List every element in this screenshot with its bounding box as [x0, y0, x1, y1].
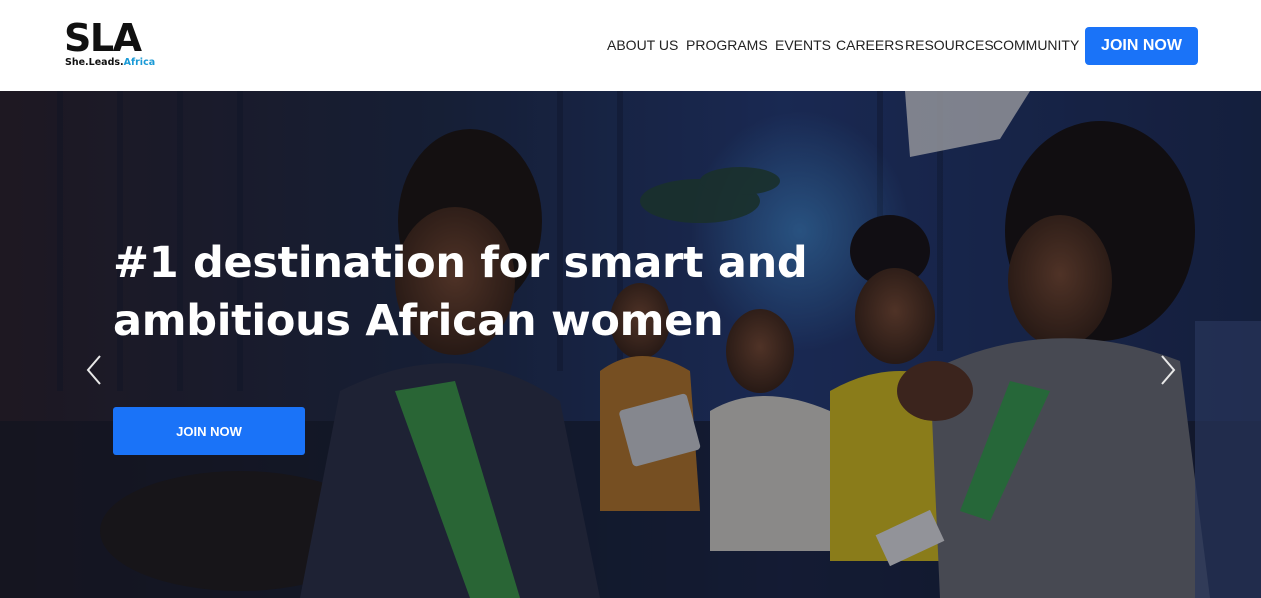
nav-item-programs[interactable]: PROGRAMS [686, 36, 768, 54]
chevron-left-icon [86, 355, 101, 385]
nav-item-about-us[interactable]: ABOUT US [607, 36, 678, 54]
nav-item-events[interactable]: EVENTS [775, 36, 831, 54]
logo[interactable]: SLA She.Leads.Africa [64, 18, 164, 70]
nav-item-careers[interactable]: CAREERS [836, 36, 904, 54]
join-now-hero-button[interactable]: JOIN NOW [113, 407, 305, 455]
carousel-prev-button[interactable] [84, 353, 106, 387]
nav-item-community[interactable]: COMMUNITY [993, 36, 1079, 54]
nav-item-resources[interactable]: RESOURCES [905, 36, 994, 54]
join-now-header-button[interactable]: JOIN NOW [1085, 27, 1198, 65]
logo-tagline: She.Leads.Africa [65, 57, 155, 68]
logo-tagline-main: She.Leads. [65, 57, 124, 68]
hero-title: #1 destination for smart and ambitious A… [113, 238, 808, 346]
site-header: SLA She.Leads.Africa ABOUT US PROGRAMS E… [0, 0, 1261, 91]
logo-tagline-accent: Africa [123, 57, 156, 68]
logo-wordmark: SLA [64, 16, 142, 60]
hero-carousel: #1 destination for smart and ambitious A… [0, 91, 1261, 598]
chevron-right-icon [1161, 355, 1176, 385]
carousel-next-button[interactable] [1156, 353, 1178, 387]
